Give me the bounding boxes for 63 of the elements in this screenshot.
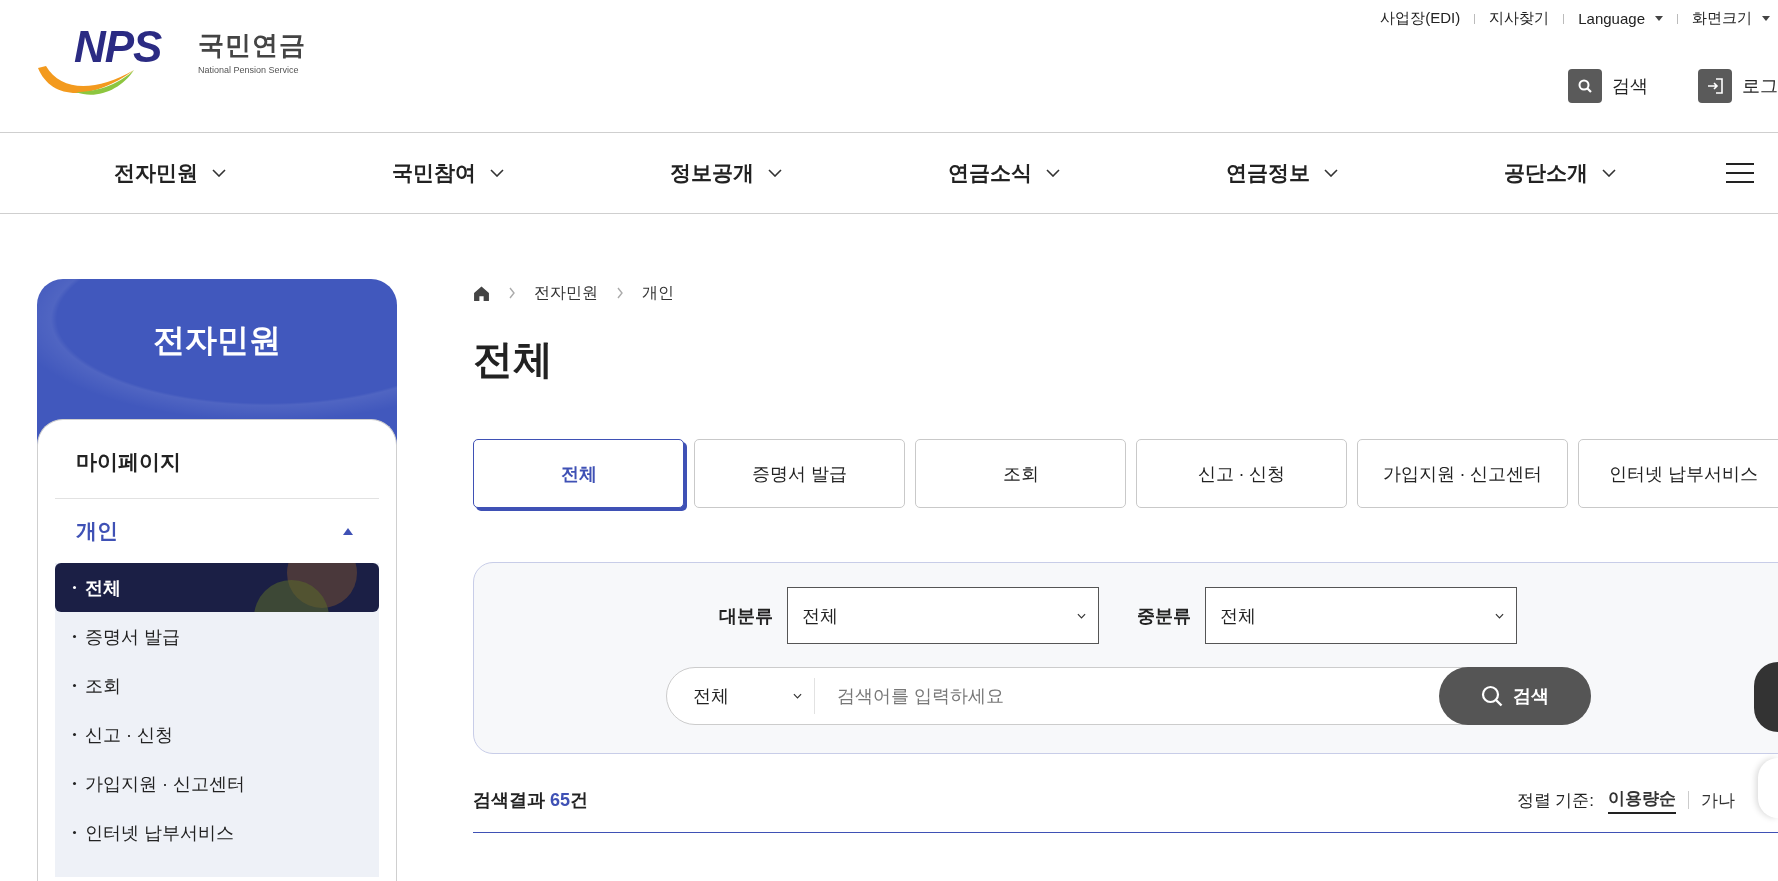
category-tab[interactable]: 인터넷 납부서비스 — [1578, 439, 1778, 508]
chevron-down-icon — [1046, 169, 1060, 177]
sidebar-subitem[interactable]: 조회 — [55, 661, 379, 710]
caret-icon[interactable] — [1762, 16, 1770, 21]
sidebar-section[interactable]: 개인 — [55, 499, 379, 563]
search-bar[interactable]: 전체 검색어를 입력하세요 검색 — [665, 667, 1591, 725]
utility-link[interactable]: 사업장(EDI) — [1380, 9, 1461, 28]
category-tab[interactable]: 증명서 발급 — [694, 439, 905, 508]
chevron-down-icon — [212, 169, 226, 177]
login-icon — [1706, 77, 1724, 95]
chevron-right-icon — [508, 287, 516, 299]
search-field[interactable]: 검색어를 입력하세요 — [814, 684, 1439, 708]
scope-select[interactable]: 전체 — [666, 678, 815, 714]
header-button[interactable]: 로그 — [1698, 69, 1778, 103]
filter-label: 중분류 — [1137, 604, 1191, 628]
search-button[interactable]: 검색 — [1438, 667, 1591, 725]
nav-menu-item[interactable]: 정보공개 — [587, 159, 865, 187]
logo-name: 국민연금 — [198, 29, 306, 62]
category-tab[interactable]: 신고 · 신청 — [1136, 439, 1347, 508]
menu-icon[interactable] — [1726, 163, 1754, 183]
sort-option[interactable]: 이용량순 — [1608, 786, 1676, 814]
utility-link[interactable]: Language — [1578, 10, 1645, 27]
search-icon — [1577, 78, 1593, 94]
category-tab[interactable]: 조회 — [915, 439, 1126, 508]
nav-menu-item[interactable]: 연금소식 — [865, 159, 1143, 187]
chevron-right-icon — [616, 287, 624, 299]
logo-subtitle: National Pension Service — [198, 65, 300, 75]
chevron-down-icon — [1602, 169, 1616, 177]
sidebar-subitem[interactable]: 전체 — [55, 563, 379, 612]
chevron-down-icon — [1495, 612, 1504, 619]
sidebar-subitem[interactable]: 가입지원 · 신고센터 — [55, 759, 379, 808]
sidebar-title: 전자민원 — [153, 321, 281, 359]
logo-mark[interactable]: NPS — [74, 22, 162, 72]
utility-link[interactable]: 화면크기 — [1692, 9, 1752, 28]
result-count: 검색결과 65건 — [473, 789, 589, 812]
category-select[interactable]: 전체 — [1205, 587, 1517, 644]
page-title: 전체 — [473, 336, 554, 383]
nav-menu-item[interactable]: 공단소개 — [1421, 159, 1699, 187]
category-tab[interactable]: 전체 — [473, 439, 684, 508]
breadcrumb-link[interactable]: 전자민원 — [534, 282, 598, 304]
header-button[interactable]: 검색 — [1568, 69, 1648, 103]
category-tab[interactable]: 가입지원 · 신고센터 — [1357, 439, 1568, 508]
nav-menu-item[interactable]: 전자민원 — [31, 159, 309, 187]
filter-label: 대분류 — [719, 604, 773, 628]
chevron-down-icon — [792, 693, 802, 699]
chevron-down-icon — [768, 169, 782, 177]
nav-menu-item[interactable]: 국민참여 — [309, 159, 587, 187]
sort-label: 정렬 기준: — [1516, 789, 1594, 812]
utility-link[interactable]: 지사찾기 — [1489, 9, 1550, 28]
breadcrumb-link[interactable]: 개인 — [642, 282, 674, 304]
sidebar-subitem[interactable]: 인터넷 납부서비스 — [55, 808, 379, 857]
nav-menu-item[interactable]: 연금정보 — [1143, 159, 1421, 187]
chevron-down-icon — [1324, 169, 1338, 177]
sidebar-subitem[interactable]: 증명서 발급 — [55, 612, 379, 661]
chevron-down-icon — [1077, 612, 1086, 619]
home-icon[interactable] — [473, 284, 490, 302]
sidebar-subitem[interactable]: 신고 · 신청 — [55, 710, 379, 759]
caret-icon[interactable] — [1655, 16, 1663, 21]
sort-option[interactable]: 가나 — [1701, 788, 1735, 812]
search-icon — [1480, 685, 1503, 707]
chevron-down-icon — [490, 169, 504, 177]
sidebar-section[interactable]: 마이페이지 — [55, 420, 379, 498]
category-select[interactable]: 전체 — [787, 587, 1099, 644]
